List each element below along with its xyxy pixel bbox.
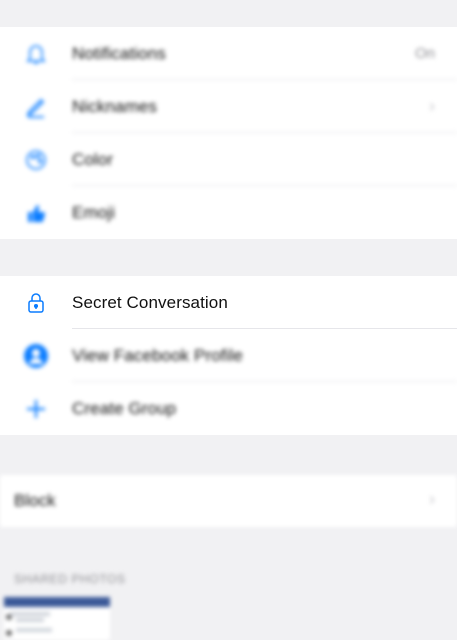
emoji-row[interactable]: Emoji (0, 186, 457, 239)
pencil-icon (22, 93, 50, 121)
block-label[interactable]: Block (14, 491, 56, 511)
palette-icon (22, 146, 50, 174)
thumbnail-line (10, 612, 50, 616)
chevron-right-icon: › (429, 489, 435, 509)
settings-group-middle: Secret Conversation View Facebook Profil… (0, 276, 457, 435)
lock-icon (22, 289, 50, 317)
block-group: Block › (0, 475, 457, 527)
secret-conversation-row[interactable]: Secret Conversation (0, 276, 457, 329)
create-group-label: Create Group (72, 398, 177, 418)
profile-icon (22, 342, 50, 370)
thumbnail-line (16, 618, 44, 622)
thumbnail-header-bar (4, 597, 110, 607)
create-group-row[interactable]: Create Group (0, 382, 457, 435)
thumbs-up-icon (22, 199, 50, 227)
thumbnail-dot (6, 630, 12, 636)
emoji-label: Emoji (72, 202, 116, 222)
settings-group-top: Notifications On Nicknames › Color Emoji (0, 27, 457, 239)
notifications-label: Notifications (72, 43, 166, 63)
nicknames-label: Nicknames (72, 96, 157, 116)
shared-photos-header: SHARED PHOTOS (14, 572, 126, 586)
secret-conversation-label: Secret Conversation (72, 292, 228, 312)
view-profile-label: View Facebook Profile (72, 345, 243, 365)
shared-photo-thumbnail[interactable] (4, 597, 110, 640)
plus-icon (22, 395, 50, 423)
color-label: Color (72, 149, 114, 169)
thumbnail-line (16, 628, 52, 632)
notifications-value: On (414, 45, 435, 62)
view-profile-row[interactable]: View Facebook Profile (0, 329, 457, 382)
chevron-right-icon: › (429, 96, 435, 116)
nicknames-row[interactable]: Nicknames › (0, 80, 457, 133)
bell-icon (22, 40, 50, 68)
notifications-row[interactable]: Notifications On (0, 27, 457, 80)
color-row[interactable]: Color (0, 133, 457, 186)
